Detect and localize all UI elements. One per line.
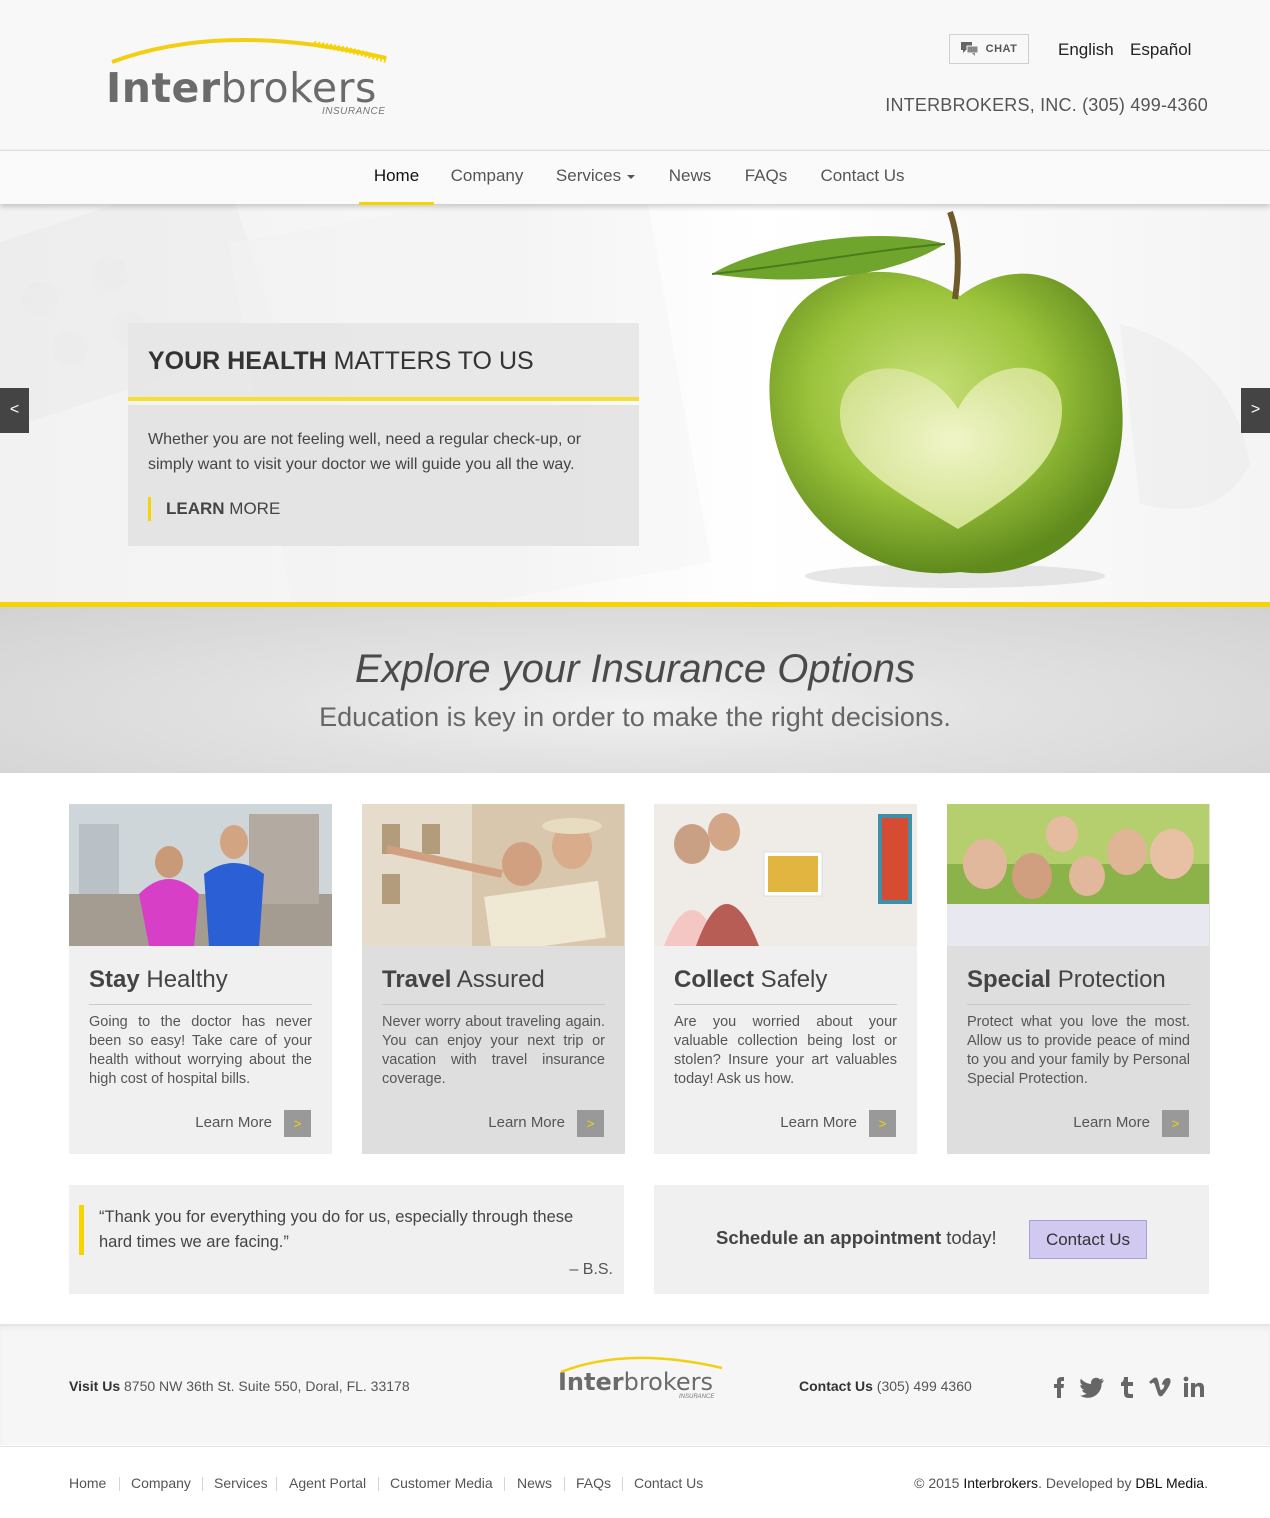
twitter-icon[interactable] — [1080, 1374, 1106, 1400]
vimeo-icon[interactable] — [1147, 1374, 1173, 1400]
card-arrow-button[interactable]: > — [1162, 1110, 1189, 1137]
card-collect-safely: Collect Safely Are you worried about you… — [654, 804, 917, 1154]
lang-english-link[interactable]: English — [1058, 40, 1114, 60]
nav-contact[interactable]: Contact Us — [812, 151, 913, 205]
testimonial-quote: “Thank you for everything you do for us,… — [99, 1208, 574, 1251]
nav-faqs[interactable]: FAQs — [737, 151, 795, 205]
card-text: Never worry about traveling again. You c… — [382, 1014, 605, 1087]
card-divider — [674, 1004, 897, 1005]
card-title: Travel Assured — [382, 966, 545, 993]
footer-link-separator — [119, 1477, 120, 1491]
card-learn-more-link[interactable]: Learn More — [195, 1114, 272, 1131]
footer-link-separator — [276, 1477, 277, 1491]
card-text: Are you worried about your valuable coll… — [674, 1014, 897, 1087]
explore-heading: Explore your Insurance Options — [354, 647, 916, 691]
footer-link-separator — [622, 1477, 623, 1491]
footer-link-services[interactable]: Services — [214, 1475, 268, 1491]
facebook-icon[interactable] — [1047, 1374, 1073, 1400]
card-image-family — [947, 804, 1210, 946]
site-logo[interactable]: Interbrokers INSURANCE — [104, 28, 394, 120]
card-image-art-collectors — [654, 804, 917, 946]
footer-logo-wordmark: Interbrokers — [558, 1368, 714, 1396]
card-image-travelers — [362, 804, 625, 946]
card-arrow-button[interactable]: > — [577, 1110, 604, 1137]
footer-address: Visit Us 8750 NW 36th St. Suite 550, Dor… — [69, 1378, 410, 1394]
testimonial: “Thank you for everything you do for us,… — [69, 1185, 624, 1294]
footer-link-faqs[interactable]: FAQs — [576, 1475, 611, 1491]
copyright: © 2015 Interbrokers. Developed by DBL Me… — [914, 1475, 1208, 1491]
testimonial-author: – B.S. — [569, 1261, 613, 1278]
card-title: Stay Healthy — [89, 966, 228, 993]
nav-news[interactable]: News — [661, 151, 719, 205]
nav-services-label: Services — [555, 166, 622, 185]
developer-link[interactable]: DBL Media — [1135, 1475, 1204, 1491]
card-arrow-button[interactable]: > — [869, 1110, 896, 1137]
explore-banner: Explore your Insurance Options Education… — [0, 607, 1270, 773]
footer-link-separator — [504, 1477, 505, 1491]
card-title: Collect Safely — [674, 966, 828, 993]
logo-wordmark: Interbrokers — [106, 64, 377, 112]
card-learn-more-link[interactable]: Learn More — [1073, 1114, 1150, 1131]
site-footer: Visit Us 8750 NW 36th St. Suite 550, Dor… — [0, 1324, 1270, 1445]
slider-prev-button[interactable]: < — [0, 388, 29, 433]
explore-subheading: Education is key in order to make the ri… — [319, 702, 951, 732]
testimonial-accent-bar — [79, 1205, 84, 1255]
main-nav: Home Company Services News FAQs Contact … — [0, 150, 1270, 205]
footer-link-contact[interactable]: Contact Us — [634, 1475, 703, 1491]
bottom-bar: Home Company Services Agent Portal Custo… — [0, 1446, 1270, 1518]
footer-link-agent-portal[interactable]: Agent Portal — [289, 1475, 366, 1491]
footer-link-company[interactable]: Company — [131, 1475, 191, 1491]
footer-logo-subtitle: INSURANCE — [679, 1394, 715, 1400]
footer-link-separator — [378, 1477, 379, 1491]
card-learn-more-link[interactable]: Learn More — [780, 1114, 857, 1131]
nav-company[interactable]: Company — [446, 151, 528, 205]
logo-subtitle: INSURANCE — [322, 106, 386, 117]
card-learn-more-link[interactable]: Learn More — [488, 1114, 565, 1131]
card-divider — [382, 1004, 605, 1005]
card-special-protection: Special Protection Protect what you love… — [947, 804, 1210, 1154]
company-phone: INTERBROKERS, INC. (305) 499-4360 — [885, 95, 1208, 115]
lang-spanish-link[interactable]: Español — [1130, 40, 1191, 60]
chevron-down-icon — [627, 174, 636, 179]
footer-link-customer-media[interactable]: Customer Media — [390, 1475, 493, 1491]
footer-contact: Contact Us (305) 499 4360 — [799, 1378, 972, 1394]
chat-icon — [960, 42, 978, 56]
card-travel-assured: Travel Assured Never worry about traveli… — [362, 804, 625, 1154]
card-text: Protect what you love the most. Allow us… — [967, 1014, 1190, 1087]
footer-link-separator — [564, 1477, 565, 1491]
footer-link-home[interactable]: Home — [69, 1475, 106, 1491]
hero-title-box: YOUR HEALTH MATTERS TO US — [128, 323, 639, 397]
nav-services[interactable]: Services — [548, 151, 643, 205]
card-text: Going to the doctor has never been so ea… — [89, 1014, 312, 1087]
card-stay-healthy: Stay Healthy Going to the doctor has nev… — [69, 804, 332, 1154]
appointment-box: Schedule an appointment today! Contact U… — [654, 1185, 1209, 1294]
card-title: Special Protection — [967, 966, 1166, 993]
slider-next-button[interactable]: > — [1241, 388, 1270, 433]
site-header: Interbrokers INSURANCE CHAT English Espa… — [0, 0, 1270, 150]
logo-swoosh — [111, 37, 387, 64]
linkedin-icon[interactable] — [1181, 1374, 1207, 1400]
chat-button[interactable]: CHAT — [949, 34, 1029, 64]
appointment-text: Schedule an appointment today! — [716, 1227, 997, 1248]
hero-text: Whether you are not feeling well, need a… — [148, 431, 582, 473]
card-divider — [89, 1004, 312, 1005]
hero-slider: YOUR HEALTH MATTERS TO US Whether you ar… — [0, 204, 1270, 602]
footer-logo[interactable]: Interbrokers INSURANCE — [557, 1350, 727, 1410]
hero-learn-more-link[interactable]: LEARN MORE — [148, 497, 280, 521]
hero-divider — [128, 397, 639, 401]
tumblr-icon[interactable] — [1114, 1374, 1140, 1400]
card-image-runners — [69, 804, 332, 946]
footer-link-separator — [202, 1477, 203, 1491]
hero-body-box: Whether you are not feeling well, need a… — [128, 405, 639, 546]
card-divider — [967, 1004, 1190, 1005]
hero-title: YOUR HEALTH MATTERS TO US — [148, 347, 534, 375]
nav-home[interactable]: Home — [359, 151, 434, 205]
chat-label: CHAT — [985, 43, 1018, 55]
copyright-brand-link[interactable]: Interbrokers — [963, 1475, 1038, 1491]
footer-link-news[interactable]: News — [517, 1475, 552, 1491]
card-arrow-button[interactable]: > — [284, 1110, 311, 1137]
contact-us-button[interactable]: Contact Us — [1029, 1220, 1147, 1259]
